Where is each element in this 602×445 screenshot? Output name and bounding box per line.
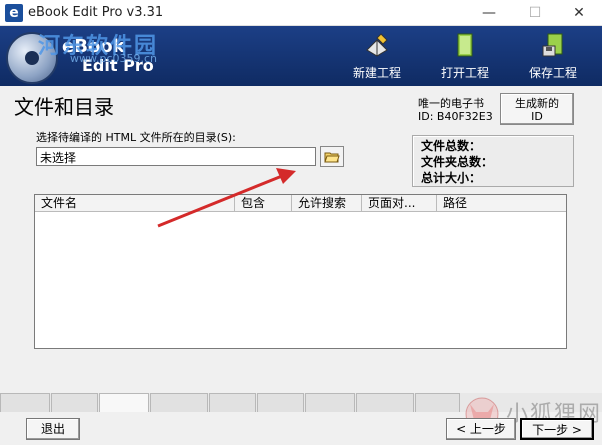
step-tab[interactable] xyxy=(415,393,460,412)
previous-step-button[interactable]: < 上一步 xyxy=(446,418,516,440)
column-filename[interactable]: 文件名 xyxy=(35,195,235,212)
folder-open-icon xyxy=(324,152,340,163)
unique-id-value: ID: B40F32E3 xyxy=(418,110,493,123)
step-tab[interactable] xyxy=(305,393,355,412)
close-button[interactable]: ✕ xyxy=(556,0,602,26)
exit-button[interactable]: 退出 xyxy=(26,418,80,440)
generate-id-button[interactable]: 生成新的 ID xyxy=(500,93,574,125)
minimize-button[interactable]: — xyxy=(466,0,512,26)
unique-id-label: 唯一的电子书 xyxy=(418,97,484,110)
app-icon: e xyxy=(5,4,23,22)
step-tab[interactable] xyxy=(257,393,304,412)
next-step-button[interactable]: 下一步 > xyxy=(520,418,594,440)
new-project-label: 新建工程 xyxy=(352,66,401,80)
unique-id-block: 唯一的电子书 ID: B40F32E3 xyxy=(418,97,493,123)
browse-folder-button[interactable] xyxy=(320,146,344,167)
directory-input[interactable]: 未选择 xyxy=(36,147,316,166)
column-include[interactable]: 包含 xyxy=(235,195,292,212)
step-tab[interactable] xyxy=(51,393,98,412)
generate-id-label-line1: 生成新的 xyxy=(515,97,559,110)
step-tab-active[interactable] xyxy=(99,393,149,412)
page-title: 文件和目录 xyxy=(14,95,114,119)
step-tab[interactable] xyxy=(356,393,414,412)
step-tab[interactable] xyxy=(0,393,50,412)
column-path[interactable]: 路径 xyxy=(437,195,566,212)
new-project-button[interactable]: 新建工程 xyxy=(342,32,412,82)
column-allow-search[interactable]: 允许搜索 xyxy=(292,195,362,212)
new-book-icon xyxy=(366,33,388,57)
maximize-button[interactable]: ☐ xyxy=(512,0,558,26)
stats-panel: 文件总数： 文件夹总数： 总计大小： xyxy=(412,135,574,187)
open-project-label: 打开工程 xyxy=(440,66,489,80)
step-tab[interactable] xyxy=(150,393,208,412)
open-book-icon xyxy=(457,33,473,57)
step-tab[interactable] xyxy=(209,393,256,412)
total-size-label: 总计大小： xyxy=(421,171,482,185)
banner: eBook Edit Pro 河东软件园 www.pc0359.cn 新建工程 … xyxy=(0,26,602,86)
save-project-label: 保存工程 xyxy=(528,66,577,80)
window-title: eBook Edit Pro v3.31 xyxy=(28,5,164,20)
column-page-align[interactable]: 页面对... xyxy=(362,195,437,212)
directory-label: 选择待编译的 HTML 文件所在的目录(S): xyxy=(36,131,236,144)
save-book-icon xyxy=(542,33,563,57)
file-list-header: 文件名 包含 允许搜索 页面对... 路径 xyxy=(35,195,566,212)
total-files-label: 文件总数： xyxy=(421,139,482,153)
generate-id-label-line2: ID xyxy=(531,110,543,123)
open-project-button[interactable]: 打开工程 xyxy=(430,32,500,82)
total-folders-label: 文件夹总数： xyxy=(421,155,494,169)
save-project-button[interactable]: 保存工程 xyxy=(518,32,588,82)
watermark-site-url: www.pc0359.cn xyxy=(70,52,158,65)
title-bar: e eBook Edit Pro v3.31 — ☐ ✕ xyxy=(0,0,602,26)
file-list[interactable]: 文件名 包含 允许搜索 页面对... 路径 xyxy=(34,194,567,349)
